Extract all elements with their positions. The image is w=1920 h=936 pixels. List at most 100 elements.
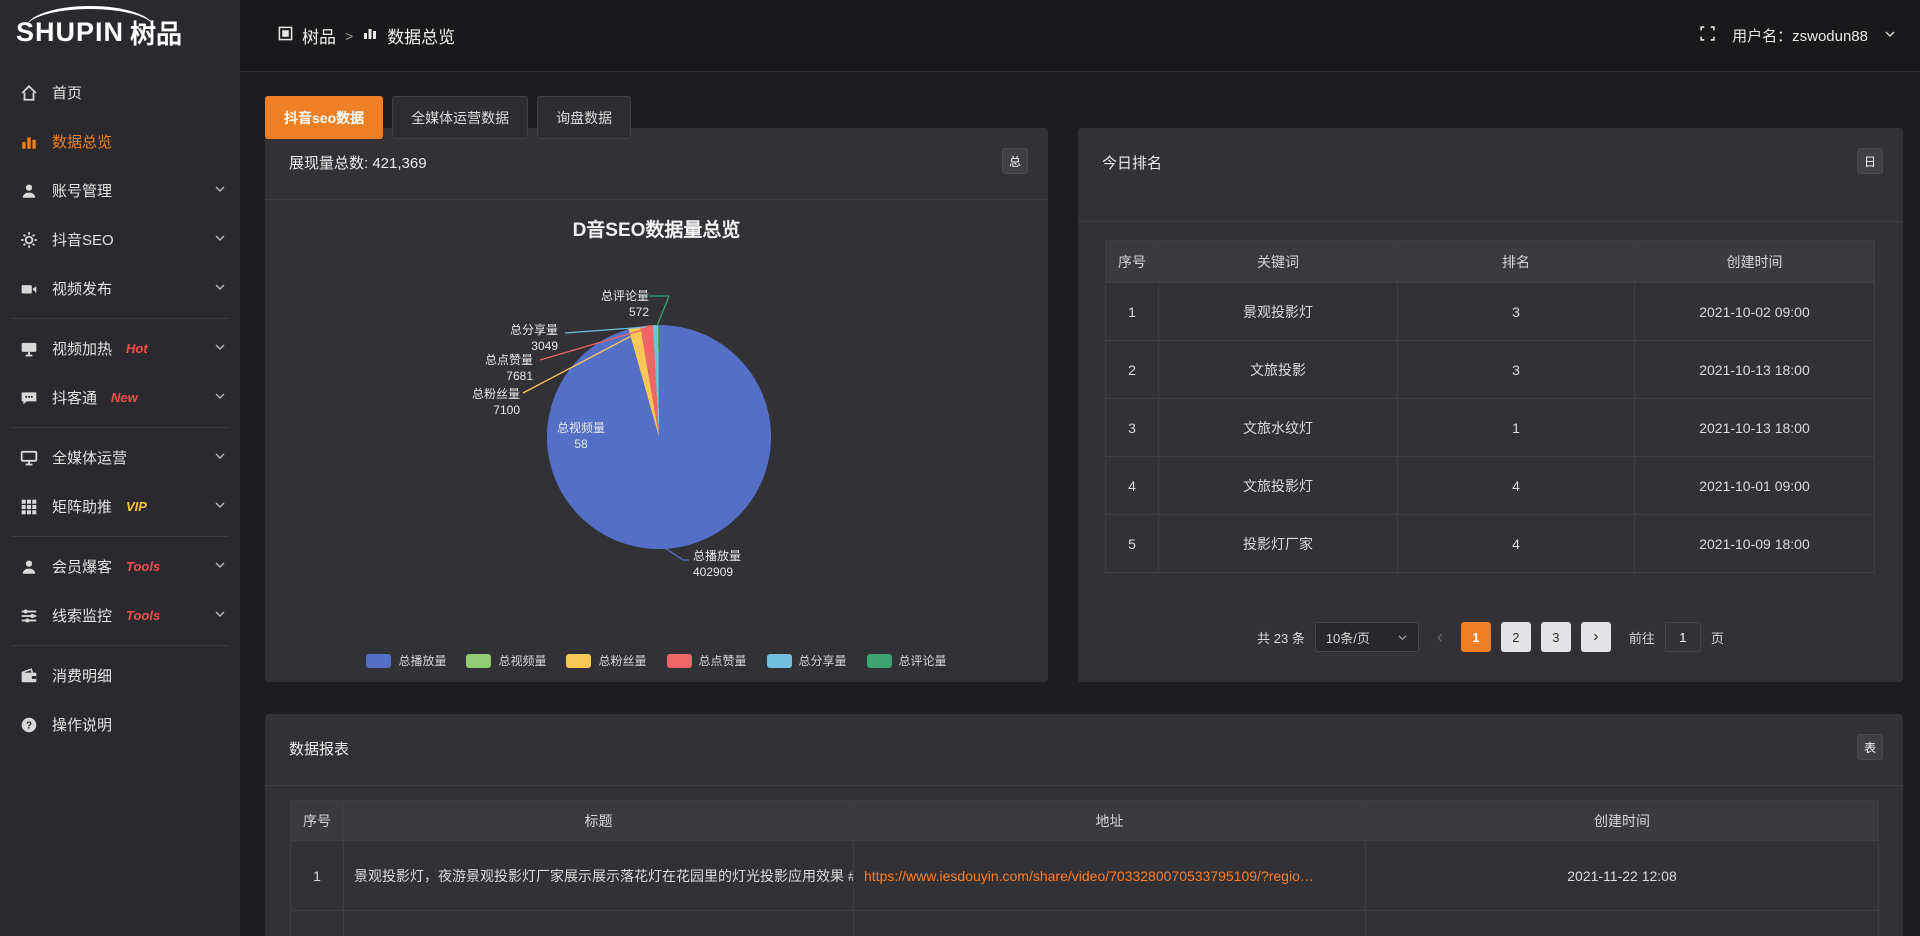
sidebar-item-home[interactable]: 首页 — [0, 68, 240, 117]
pie-chart: D音SEO数据量总览 总评论量572 总分享量3049 总点赞量7681 总粉丝… — [265, 200, 1048, 681]
user-menu-chevron-icon[interactable] — [1884, 27, 1896, 44]
legend-item-likes[interactable]: 总点赞量 — [667, 652, 747, 669]
sidebar-item-label: 首页 — [52, 82, 82, 103]
chevron-down-icon — [214, 280, 226, 298]
total-mode-button[interactable]: 总 — [1002, 148, 1028, 174]
person-icon — [20, 558, 38, 576]
sidebar-item-consumption-detail[interactable]: 消费明细 — [0, 651, 240, 700]
table-row[interactable]: 3 文旅水纹灯 1 2021-10-13 18:00 — [1106, 399, 1875, 457]
sidebar-item-media-ops[interactable]: 全媒体运营 — [0, 433, 240, 482]
table-mode-button[interactable]: 表 — [1857, 734, 1883, 760]
top-header: 树品 > 数据总览 用户名：zswodun88 — [240, 0, 1920, 72]
pie-leader-lines — [265, 200, 1048, 681]
sidebar-item-label: 抖音SEO — [52, 229, 114, 250]
sidebar-item-douketong[interactable]: 抖客通 New — [0, 373, 240, 422]
chat-bubble-icon — [20, 389, 38, 407]
table-row[interactable]: 1 景观投影灯 3 2021-10-02 09:00 — [1106, 283, 1875, 341]
breadcrumb-current: 数据总览 — [387, 23, 455, 48]
page-button-2[interactable]: 2 — [1501, 622, 1531, 652]
table-row[interactable]: 2 文旅投影 3 2021-10-13 18:00 — [1106, 341, 1875, 399]
pie-label-shares: 总分享量3049 — [510, 322, 558, 354]
col-created: 创建时间 — [1366, 801, 1879, 841]
col-rank: 排名 — [1398, 241, 1635, 283]
breadcrumb-root[interactable]: 树品 — [302, 23, 336, 48]
gear-icon — [20, 231, 38, 249]
person-icon — [20, 182, 38, 200]
next-page-button[interactable]: › — [1581, 622, 1611, 652]
legend-item-comments[interactable]: 总评论量 — [867, 652, 947, 669]
video-camera-icon — [20, 280, 38, 298]
sidebar-divider — [12, 536, 228, 537]
sidebar-item-label: 会员爆客 — [52, 556, 112, 577]
sliders-icon — [20, 607, 38, 625]
screen-icon — [20, 340, 38, 358]
col-keyword: 关键词 — [1159, 241, 1398, 283]
table-row[interactable]: 5 投影灯厂家 4 2021-10-09 18:00 — [1106, 515, 1875, 573]
page-button-1[interactable]: 1 — [1461, 622, 1491, 652]
wallet-icon — [20, 667, 38, 685]
table-row[interactable]: 4 文旅投影灯 4 2021-10-01 09:00 — [1106, 457, 1875, 515]
sidebar-item-data-overview[interactable]: 数据总览 — [0, 117, 240, 166]
sidebar-item-label: 数据总览 — [52, 131, 112, 152]
logo-arc-decoration — [26, 6, 154, 28]
chevron-down-icon — [214, 498, 226, 516]
tab-media-ops-data[interactable]: 全媒体运营数据 — [392, 96, 528, 139]
col-created: 创建时间 — [1635, 241, 1875, 283]
legend-item-fans[interactable]: 总粉丝量 — [566, 652, 646, 669]
legend-swatch — [466, 654, 491, 668]
tab-inquiry-data[interactable]: 询盘数据 — [537, 96, 631, 139]
goto-unit-label: 页 — [1711, 628, 1724, 647]
username-label[interactable]: 用户名：zswodun88 — [1732, 25, 1868, 46]
report-table: 序号 标题 地址 创建时间 1 景观投影灯，夜游景观投影灯厂家展示展示落花灯在花… — [290, 800, 1879, 936]
chevron-down-icon — [214, 182, 226, 200]
tab-douyin-seo-data[interactable]: 抖音seo数据 — [265, 96, 383, 139]
tools-badge: Tools — [126, 559, 160, 574]
goto-label: 前往 — [1629, 628, 1655, 647]
sidebar-item-help[interactable]: ? 操作说明 — [0, 700, 240, 749]
app-square-icon — [278, 26, 293, 46]
sidebar-item-label: 抖客通 — [52, 387, 97, 408]
app-logo[interactable]: SHUPIN 树品 — [0, 0, 240, 64]
ranking-panel-title: 今日排名 — [1102, 152, 1162, 173]
sidebar-item-accounts[interactable]: 账号管理 — [0, 166, 240, 215]
sidebar-item-matrix-boost[interactable]: 矩阵助推 VIP — [0, 482, 240, 531]
day-mode-button[interactable]: 日 — [1857, 148, 1883, 174]
chart-legend: 总播放量 总视频量 总粉丝量 总点赞量 总分享量 总评论量 — [265, 652, 1048, 669]
sidebar-item-label: 操作说明 — [52, 714, 112, 735]
legend-item-plays[interactable]: 总播放量 — [366, 652, 446, 669]
col-index: 序号 — [1106, 241, 1159, 283]
impressions-panel: 展现量总数: 421,369 总 D音SEO数据量总览 总评论量572 总分享量… — [265, 128, 1048, 682]
page-button-3[interactable]: 3 — [1541, 622, 1571, 652]
sidebar-nav: 首页 数据总览 账号管理 抖音SEO — [0, 64, 240, 749]
sidebar-item-video-publish[interactable]: 视频发布 — [0, 264, 240, 313]
breadcrumb: 树品 > 数据总览 — [278, 23, 455, 48]
legend-item-shares[interactable]: 总分享量 — [767, 652, 847, 669]
goto-page-input[interactable] — [1665, 622, 1701, 652]
table-row[interactable]: 1 景观投影灯，夜游景观投影灯厂家展示展示落花灯在花园里的灯光投影应用效果 # … — [291, 841, 1879, 911]
chevron-down-icon — [1397, 632, 1408, 643]
sidebar-item-douyin-seo[interactable]: 抖音SEO — [0, 215, 240, 264]
chevron-down-icon — [214, 607, 226, 625]
sidebar: SHUPIN 树品 首页 数据总览 账号管理 — [0, 0, 240, 936]
legend-swatch — [566, 654, 591, 668]
sidebar-item-label: 矩阵助推 — [52, 496, 112, 517]
video-url-link[interactable]: https://www.iesdouyin.com/share/video/70… — [864, 868, 1314, 884]
sidebar-divider — [12, 427, 228, 428]
report-panel-title: 数据报表 — [289, 738, 349, 759]
sidebar-item-video-heat[interactable]: 视频加热 Hot — [0, 324, 240, 373]
today-ranking-panel: 今日排名 日 序号 关键词 排名 创建时间 1 景观投影灯 3 2021-10-… — [1078, 128, 1903, 682]
ranking-table: 序号 关键词 排名 创建时间 1 景观投影灯 3 2021-10-02 09:0… — [1105, 240, 1875, 573]
sidebar-item-lead-monitor[interactable]: 线索监控 Tools — [0, 591, 240, 640]
legend-item-videos[interactable]: 总视频量 — [466, 652, 546, 669]
sidebar-item-member-burst[interactable]: 会员爆客 Tools — [0, 542, 240, 591]
home-icon — [20, 84, 38, 102]
hot-badge: Hot — [126, 341, 148, 356]
legend-swatch — [867, 654, 892, 668]
pie-label-fans: 总粉丝量7100 — [472, 386, 520, 418]
page-size-select[interactable]: 10条/页 — [1315, 622, 1419, 652]
prev-page-button[interactable]: ‹ — [1429, 627, 1451, 648]
sidebar-item-label: 账号管理 — [52, 180, 112, 201]
col-title: 标题 — [344, 801, 854, 841]
fullscreen-icon[interactable] — [1699, 25, 1716, 46]
bar-chart-icon — [362, 25, 378, 46]
